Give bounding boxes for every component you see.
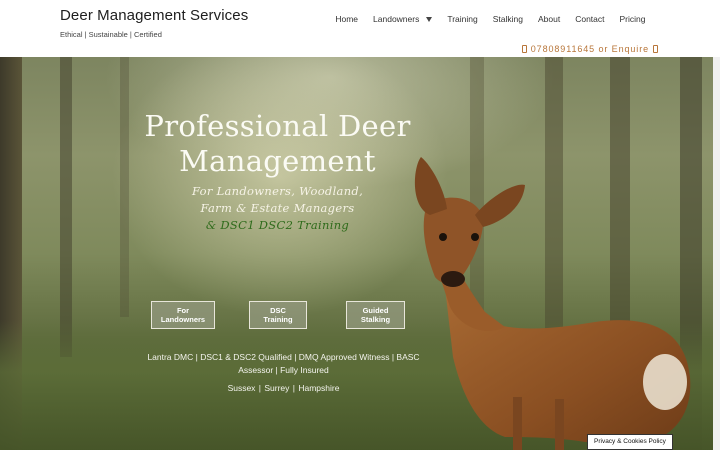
nav-home[interactable]: Home (328, 14, 366, 24)
brand[interactable]: Deer Management Services Ethical | Susta… (60, 7, 248, 39)
hero-subtitle-line: Farm & Estate Managers (200, 201, 355, 215)
button-label: Guided (362, 306, 389, 315)
button-label: Landowners (160, 315, 206, 324)
tree-trunk (120, 57, 129, 317)
hero-section: Professional Deer Management For Landown… (0, 57, 713, 450)
nav-pricing[interactable]: Pricing (612, 14, 653, 24)
hero-subtitle-line: For Landowners, Woodland, (191, 184, 364, 198)
privacy-cookies-button[interactable]: Privacy & Cookies Policy (587, 434, 673, 450)
tree-trunk (60, 57, 72, 357)
phone-icon (521, 45, 527, 53)
button-label: Stalking (360, 315, 391, 324)
hero-subtitle: For Landowners, Woodland, Farm & Estate … (160, 183, 395, 234)
main-nav: Home Landowners Training Stalking About … (328, 14, 653, 24)
dsc-training-button[interactable]: DSC Training (249, 301, 307, 329)
button-label: Training (263, 315, 293, 324)
nav-stalking[interactable]: Stalking (485, 14, 530, 24)
phone-enquire-text: 07808911645 or Enquire (530, 44, 649, 54)
chevron-down-icon[interactable] (426, 17, 433, 22)
site-header: Deer Management Services Ethical | Susta… (0, 0, 720, 57)
for-landowners-button[interactable]: For Landowners (151, 301, 215, 329)
scrollbar[interactable] (713, 57, 720, 450)
nav-training[interactable]: Training (440, 14, 485, 24)
nav-contact[interactable]: Contact (568, 14, 612, 24)
phone-enquire-link[interactable]: 07808911645 or Enquire (518, 44, 662, 54)
hero-subtitle-line: & DSC1 DSC2 Training (205, 218, 350, 232)
site-tagline: Ethical | Sustainable | Certified (60, 30, 162, 39)
deer-image (414, 157, 691, 450)
hero-title: Professional Deer Management (130, 109, 425, 179)
nav-landowners[interactable]: Landowners (366, 14, 440, 24)
guided-stalking-button[interactable]: Guided Stalking (346, 301, 405, 329)
button-label: DSC (270, 306, 286, 315)
hero-title-line: Professional Deer (144, 109, 411, 143)
hero-title-line: Management (179, 144, 376, 178)
credentials-text: Lantra DMC | DSC1 & DSC2 Qualified | DMQ… (147, 352, 420, 375)
areas-text: Sussex | Surrey | Hampshire (227, 383, 340, 393)
mail-icon (653, 45, 658, 53)
button-label: For (176, 306, 190, 315)
site-title[interactable]: Deer Management Services (60, 7, 248, 24)
nav-about[interactable]: About (531, 14, 568, 24)
nav-landowners-label: Landowners (373, 14, 420, 24)
